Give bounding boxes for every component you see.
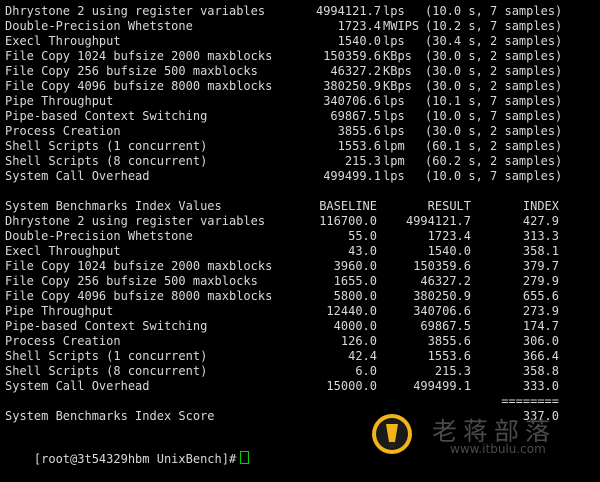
result-timing: (10.0 s, 7 samples) (425, 4, 563, 18)
col-result: RESULT (427, 199, 471, 213)
result-timing: (30.4 s, 2 samples) (425, 34, 563, 48)
result-value: 46327.2 (330, 64, 381, 78)
shell-prompt-line[interactable]: [root@3t54329hbm UnixBench]# (5, 436, 250, 466)
index-value: 279.9 (522, 274, 559, 288)
terminal-window[interactable]: Dhrystone 2 using register variables 4994… (0, 0, 600, 466)
index-value: 273.9 (522, 304, 559, 318)
result-timing: (30.0 s, 2 samples) (425, 49, 563, 63)
result-timing: (60.1 s, 2 samples) (425, 139, 563, 153)
result-value: 1553.6 (427, 349, 471, 363)
separator: ======== (501, 394, 559, 408)
result-timing: (10.0 s, 7 samples) (425, 169, 563, 183)
baseline-value: 3960.0 (333, 259, 377, 273)
result-value: 380250.9 (323, 79, 381, 93)
result-value: 340706.6 (323, 94, 381, 108)
test-name: File Copy 256 bufsize 500 maxblocks (5, 64, 258, 78)
test-name: Pipe Throughput (5, 94, 114, 108)
index-value: 655.6 (522, 289, 559, 303)
index-value: 358.8 (522, 364, 559, 378)
result-timing: (10.0 s, 7 samples) (425, 109, 563, 123)
result-value: 150359.6 (323, 49, 381, 63)
result-value: 499499.1 (323, 169, 381, 183)
col-index: INDEX (522, 199, 559, 213)
result-value: 4994121.7 (405, 214, 471, 228)
watermark-url: www.itbulu.com (450, 442, 546, 456)
result-value: 3855.6 (427, 334, 471, 348)
result-value: 215.3 (344, 154, 381, 168)
test-name: File Copy 256 bufsize 500 maxblocks (5, 274, 258, 288)
pencil-badge-icon (372, 414, 412, 454)
index-value: 306.0 (522, 334, 559, 348)
test-name: Process Creation (5, 124, 121, 138)
result-timing: (60.2 s, 2 samples) (425, 154, 563, 168)
result-value: 1540.0 (337, 34, 381, 48)
baseline-value: 116700.0 (319, 214, 377, 228)
result-value: 150359.6 (413, 259, 471, 273)
col-baseline: BASELINE (319, 199, 377, 213)
test-name: Shell Scripts (1 concurrent) (5, 349, 208, 363)
baseline-value: 6.0 (355, 364, 377, 378)
test-name: File Copy 1024 bufsize 2000 maxblocks (5, 259, 273, 273)
baseline-value: 43.0 (348, 244, 377, 258)
index-value: 379.7 (522, 259, 559, 273)
test-name: Shell Scripts (8 concurrent) (5, 364, 208, 378)
test-name: Pipe-based Context Switching (5, 109, 208, 123)
test-name: Dhrystone 2 using register variables (5, 4, 266, 18)
result-value: 340706.6 (413, 304, 471, 318)
result-value: 4994121.7 (315, 4, 381, 18)
baseline-value: 15000.0 (326, 379, 377, 393)
result-timing: (10.1 s, 7 samples) (425, 94, 563, 108)
test-name: Pipe Throughput (5, 304, 114, 318)
test-name: Execl Throughput (5, 244, 121, 258)
result-value: 1723.4 (337, 19, 381, 33)
result-timing: (30.0 s, 2 samples) (425, 79, 563, 93)
test-name: Double-Precision Whetstone (5, 229, 193, 243)
baseline-value: 42.4 (348, 349, 377, 363)
shell-prompt: [root@3t54329hbm UnixBench]# (33, 452, 237, 466)
score-label: System Benchmarks Index Score (5, 409, 215, 423)
result-value: 69867.5 (420, 319, 471, 333)
result-value: 3855.6 (337, 124, 381, 138)
index-value: 427.9 (522, 214, 559, 228)
baseline-value: 126.0 (340, 334, 377, 348)
watermark: 老蒋部落 www.itbulu.com (370, 408, 600, 463)
test-name: Shell Scripts (8 concurrent) (5, 154, 208, 168)
result-value: 1553.6 (337, 139, 381, 153)
index-value: 358.1 (522, 244, 559, 258)
result-value: 69867.5 (330, 109, 381, 123)
cursor[interactable] (240, 451, 250, 464)
result-value: 46327.2 (420, 274, 471, 288)
index-value: 174.7 (522, 319, 559, 333)
index-title: System Benchmarks Index Values (5, 199, 222, 213)
test-name: Execl Throughput (5, 34, 121, 48)
test-name: System Call Overhead (5, 379, 150, 393)
index-value: 313.3 (522, 229, 559, 243)
test-name: Dhrystone 2 using register variables (5, 214, 266, 228)
index-value: 366.4 (522, 349, 559, 363)
result-timing: (30.0 s, 2 samples) (425, 124, 563, 138)
baseline-value: 5800.0 (333, 289, 377, 303)
index-value: 333.0 (522, 379, 559, 393)
test-name: System Call Overhead (5, 169, 150, 183)
result-value: 215.3 (434, 364, 471, 378)
result-timing: (30.0 s, 2 samples) (425, 64, 563, 78)
result-value: 499499.1 (413, 379, 471, 393)
test-name: File Copy 1024 bufsize 2000 maxblocks (5, 49, 273, 63)
baseline-value: 1655.0 (333, 274, 377, 288)
test-name: File Copy 4096 bufsize 8000 maxblocks (5, 79, 273, 93)
baseline-value: 12440.0 (326, 304, 377, 318)
result-value: 1540.0 (427, 244, 471, 258)
test-name: Process Creation (5, 334, 121, 348)
test-name: File Copy 4096 bufsize 8000 maxblocks (5, 289, 273, 303)
test-name: Double-Precision Whetstone (5, 19, 193, 33)
baseline-value: 55.0 (348, 229, 377, 243)
baseline-value: 4000.0 (333, 319, 377, 333)
test-name: Pipe-based Context Switching (5, 319, 208, 333)
result-value: 1723.4 (427, 229, 471, 243)
result-value: 380250.9 (413, 289, 471, 303)
test-name: Shell Scripts (1 concurrent) (5, 139, 208, 153)
result-timing: (10.2 s, 7 samples) (425, 19, 563, 33)
